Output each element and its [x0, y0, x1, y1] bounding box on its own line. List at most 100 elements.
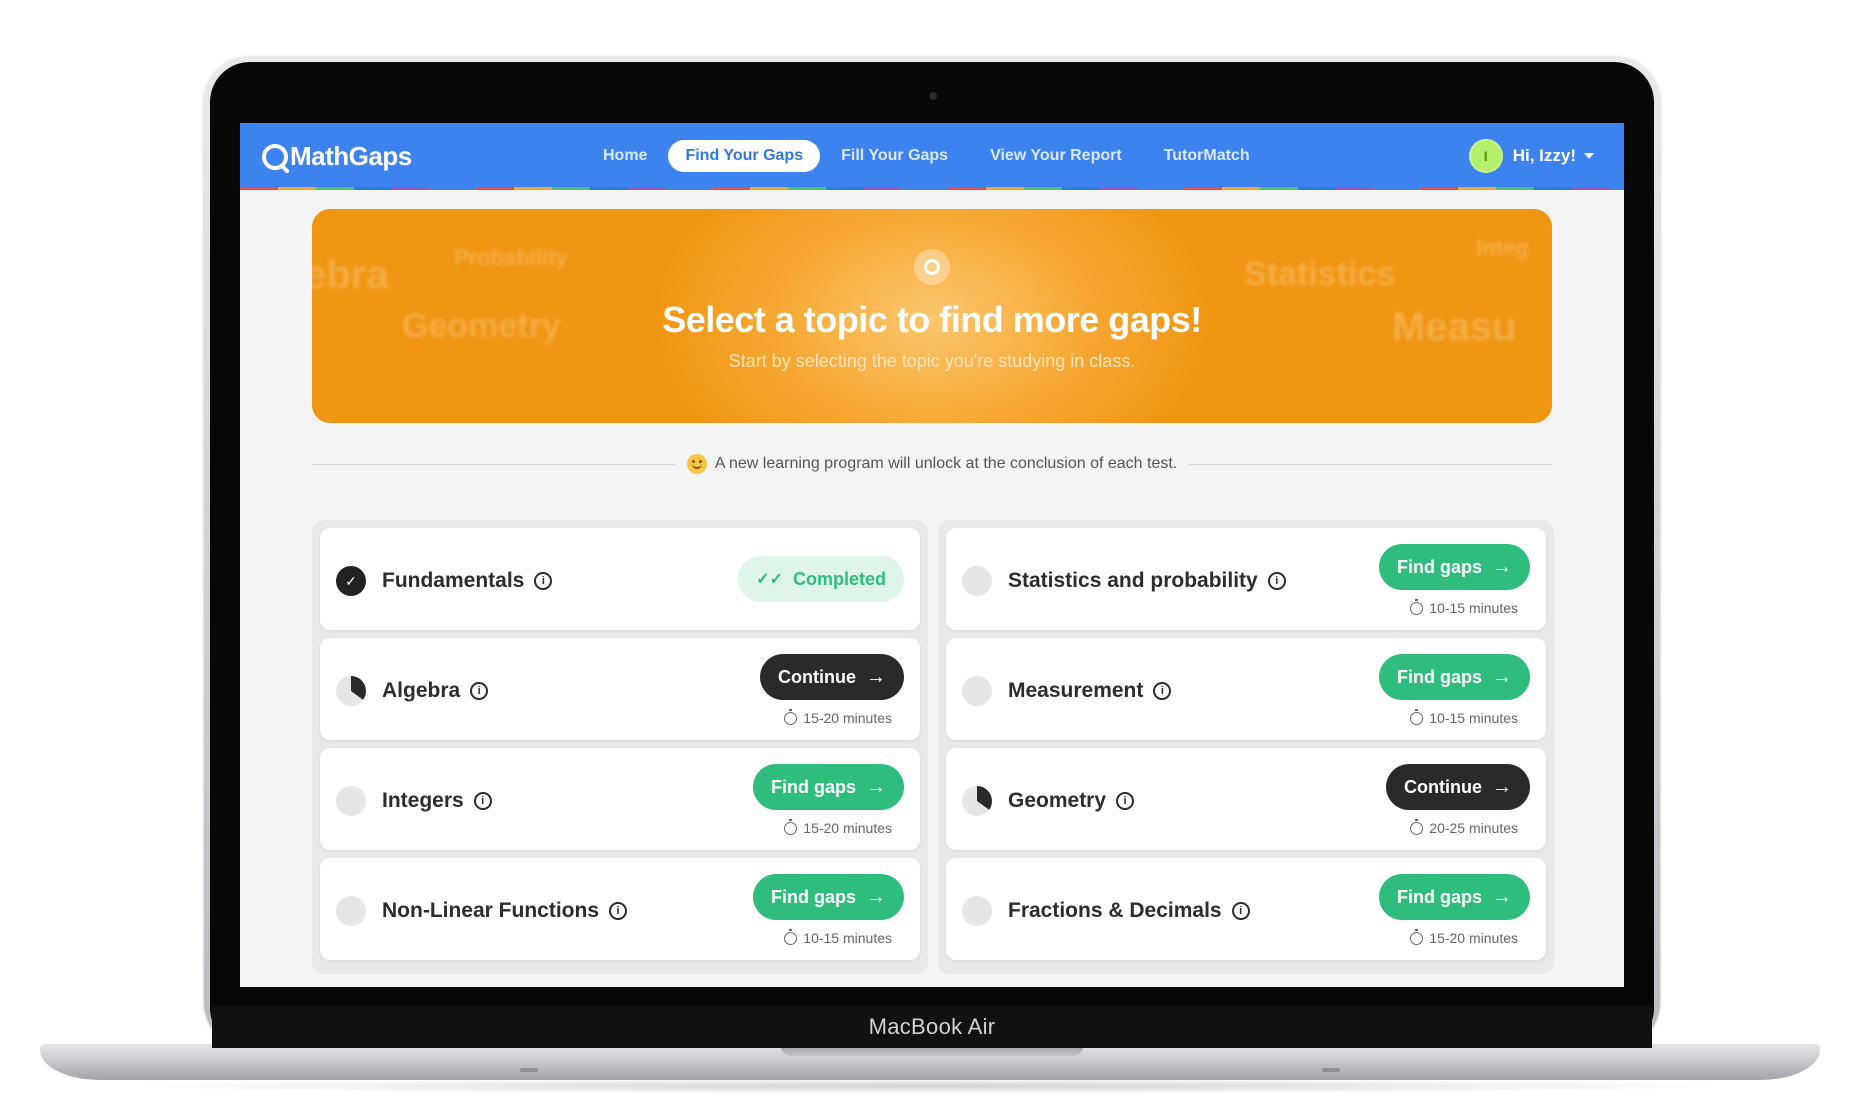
- user-greeting: Hi, Izzy!: [1512, 146, 1576, 165]
- topic-title: Fundamentals i: [382, 566, 553, 596]
- duration-text: 20-25 minutes: [1429, 820, 1518, 836]
- button-label: Find gaps: [771, 886, 856, 907]
- nav-home[interactable]: Home: [582, 140, 668, 172]
- duration: 10-15 minutes: [784, 928, 892, 946]
- info-icon[interactable]: i: [1116, 792, 1135, 810]
- info-icon[interactable]: i: [473, 792, 492, 810]
- find-gaps-button[interactable]: Find gaps →: [1379, 874, 1530, 920]
- stopwatch-icon: [784, 818, 798, 835]
- info-icon[interactable]: i: [534, 572, 553, 590]
- topic-name: Integers: [382, 789, 464, 812]
- nav-links: Home Find Your Gaps Fill Your Gaps View …: [582, 140, 1271, 172]
- duration-text: 10-15 minutes: [1429, 600, 1518, 616]
- button-label: Continue: [778, 666, 856, 687]
- arrow-right-icon: →: [866, 885, 886, 908]
- stopwatch-icon: [1410, 708, 1424, 725]
- laptop-foot: [520, 1068, 538, 1072]
- button-label: Find gaps: [1397, 666, 1482, 687]
- stopwatch-icon: [1410, 818, 1424, 835]
- arrow-right-icon: →: [1492, 775, 1512, 798]
- info-icon[interactable]: i: [609, 902, 627, 920]
- badge-label: Completed: [792, 568, 886, 589]
- hero-banner: ebra Probability Geometry Statistics Int…: [312, 209, 1552, 423]
- arrow-right-icon: →: [866, 775, 886, 798]
- nav-view-your-report[interactable]: View Your Report: [969, 140, 1143, 172]
- app-screen: MathGaps Home Find Your Gaps Fill Your G…: [240, 123, 1624, 987]
- find-gaps-button[interactable]: Find gaps →: [1379, 544, 1530, 590]
- hero-bg-word: ebra: [312, 253, 389, 297]
- find-gaps-button[interactable]: Find gaps →: [753, 764, 904, 810]
- progress-status-icon: [336, 676, 366, 706]
- info-icon[interactable]: i: [1153, 682, 1172, 700]
- duration: 15-20 minutes: [1410, 928, 1518, 946]
- topic-card-fundamentals[interactable]: Fundamentals i ✓✓ Completed: [320, 528, 920, 630]
- gear-icon: [914, 249, 950, 285]
- topic-title: Integers i: [382, 786, 492, 816]
- hero-bg-word: Probability: [454, 245, 568, 270]
- arrow-right-icon: →: [1492, 665, 1512, 688]
- stopwatch-icon: [784, 928, 798, 945]
- laptop-foot: [1322, 1068, 1340, 1072]
- find-gaps-button[interactable]: Find gaps →: [1379, 654, 1530, 700]
- topic-name: Algebra: [382, 679, 461, 702]
- topic-name: Non-Linear Functions: [382, 899, 599, 922]
- hero-bg-word: Statistics: [1244, 255, 1396, 293]
- duration-text: 15-20 minutes: [803, 820, 892, 836]
- topic-card-fractions-decimals[interactable]: Fractions & Decimals i Find gaps → 15-20…: [946, 858, 1546, 960]
- user-menu[interactable]: I Hi, Izzy!: [1468, 139, 1594, 173]
- duration: 10-15 minutes: [1410, 708, 1518, 726]
- continue-button[interactable]: Continue →: [760, 654, 904, 700]
- stopwatch-icon: [1410, 928, 1424, 945]
- duration-text: 10-15 minutes: [803, 930, 892, 946]
- caret-down-icon: [1584, 153, 1594, 159]
- topic-column-left: Fundamentals i ✓✓ Completed Algebra i Co…: [312, 520, 928, 974]
- arrow-right-icon: →: [1492, 885, 1512, 908]
- topic-card-integers[interactable]: Integers i Find gaps → 15-20 minutes: [320, 748, 920, 850]
- nav-find-your-gaps[interactable]: Find Your Gaps: [668, 140, 821, 172]
- completed-status-icon: [336, 566, 366, 596]
- topic-card-non-linear-functions[interactable]: Non-Linear Functions i Find gaps → 10-15…: [320, 858, 920, 960]
- topic-name: Fractions & Decimals: [1008, 899, 1222, 922]
- avatar: I: [1468, 139, 1503, 173]
- topic-title: Algebra i: [382, 676, 489, 706]
- topic-card-algebra[interactable]: Algebra i Continue → 15-20 minutes: [320, 638, 920, 740]
- duration: 20-25 minutes: [1410, 818, 1518, 836]
- progress-status-icon: [962, 786, 992, 816]
- nav-color-stripe: [240, 187, 1624, 190]
- info-icon[interactable]: i: [1267, 572, 1286, 590]
- hero-subtitle: Start by selecting the topic you're stud…: [728, 351, 1136, 371]
- info-icon[interactable]: i: [1231, 902, 1250, 920]
- button-label: Continue: [1404, 776, 1482, 797]
- duration-text: 10-15 minutes: [1429, 710, 1518, 726]
- find-gaps-button[interactable]: Find gaps →: [753, 874, 904, 920]
- duration: 15-20 minutes: [784, 818, 892, 836]
- continue-button[interactable]: Continue →: [1386, 764, 1530, 810]
- unlock-notice: A new learning program will unlock at th…: [312, 449, 1553, 479]
- double-check-icon: ✓✓: [756, 571, 783, 588]
- brand-name: MathGaps: [290, 141, 412, 171]
- duration-text: 15-20 minutes: [1429, 930, 1518, 946]
- topic-title: Measurement i: [1008, 676, 1172, 706]
- topic-card-measurement[interactable]: Measurement i Find gaps → 10-15 minutes: [946, 638, 1546, 740]
- stopwatch-icon: [1410, 598, 1424, 615]
- camera-icon: [929, 92, 937, 100]
- empty-status-icon: [962, 676, 992, 706]
- topic-name: Fundamentals: [382, 569, 525, 592]
- smiley-icon: [686, 454, 707, 474]
- info-icon[interactable]: i: [470, 682, 489, 700]
- brand-logo[interactable]: MathGaps: [262, 141, 412, 172]
- top-navbar: MathGaps Home Find Your Gaps Fill Your G…: [240, 123, 1624, 187]
- topic-card-statistics-and-probability[interactable]: Statistics and probability i Find gaps →…: [946, 528, 1546, 630]
- duration: 10-15 minutes: [1410, 598, 1518, 616]
- topic-card-geometry[interactable]: Geometry i Continue → 20-25 minutes: [946, 748, 1546, 850]
- topic-title: Fractions & Decimals i: [1008, 896, 1250, 926]
- stopwatch-icon: [784, 708, 798, 725]
- topic-name: Measurement: [1008, 679, 1144, 702]
- arrow-right-icon: →: [1492, 555, 1512, 578]
- nav-tutormatch[interactable]: TutorMatch: [1143, 140, 1271, 172]
- notice-text: A new learning program will unlock at th…: [714, 455, 1178, 472]
- topic-title: Non-Linear Functions i: [382, 896, 627, 926]
- duration-text: 15-20 minutes: [803, 710, 892, 726]
- empty-status-icon: [336, 896, 366, 926]
- nav-fill-your-gaps[interactable]: Fill Your Gaps: [820, 140, 969, 172]
